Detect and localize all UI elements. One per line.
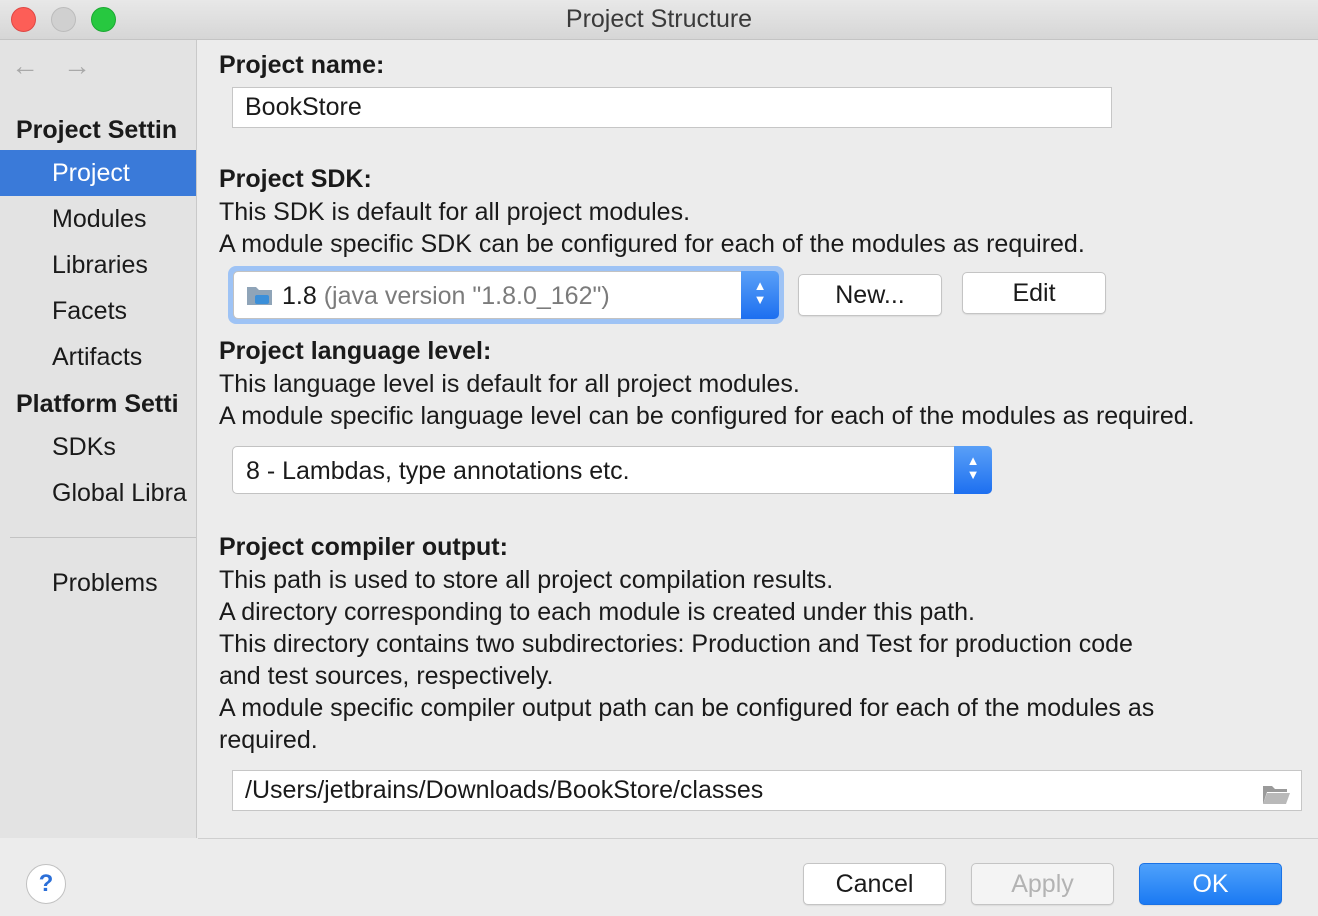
output-description-line-2: A directory corresponding to each module…	[219, 598, 975, 626]
language-level-value: 8 - Lambdas, type annotations etc.	[246, 457, 630, 485]
help-button[interactable]: ?	[26, 864, 66, 904]
language-description-line-2: A module specific language level can be …	[219, 402, 1195, 430]
project-name-input[interactable]: BookStore	[232, 87, 1112, 128]
language-level-label: Project language level:	[219, 337, 492, 365]
sdk-combo-arrows-icon: ▲ ▼	[741, 271, 779, 319]
settings-panel: Project name: BookStore Project SDK: Thi…	[198, 40, 1318, 838]
ok-button[interactable]: OK	[1139, 863, 1282, 905]
browse-folder-icon[interactable]	[1261, 779, 1291, 804]
project-structure-window: Project Structure ← → Project Settin Pro…	[0, 0, 1318, 916]
sdk-description-line-2: A module specific SDK can be configured …	[219, 230, 1085, 258]
back-arrow-icon[interactable]: ←	[11, 52, 39, 80]
sidebar-item-libraries[interactable]: Libraries	[0, 242, 196, 288]
language-description-line-1: This language level is default for all p…	[219, 370, 800, 398]
sidebar-item-sdks[interactable]: SDKs	[0, 424, 196, 470]
sdk-new-button[interactable]: New...	[798, 274, 942, 316]
window-title: Project Structure	[565, 5, 753, 33]
output-description-line-5: A module specific compiler output path c…	[219, 694, 1155, 722]
compiler-output-path-value: /Users/jetbrains/Downloads/BookStore/cla…	[245, 776, 764, 804]
project-settings-header: Project Settin	[16, 116, 178, 144]
compiler-output-path-input[interactable]: /Users/jetbrains/Downloads/BookStore/cla…	[232, 770, 1302, 811]
language-combo-arrows-icon: ▲ ▼	[954, 446, 992, 494]
compiler-output-label: Project compiler output:	[219, 533, 508, 561]
sidebar-item-global-libraries[interactable]: Global Libra	[0, 470, 196, 516]
sidebar-item-problems[interactable]: Problems	[0, 560, 196, 606]
sdk-folder-icon	[246, 283, 274, 307]
sdk-edit-button[interactable]: Edit	[962, 272, 1106, 314]
sidebar-item-project[interactable]: Project	[0, 150, 196, 196]
title-bar: Project Structure	[0, 0, 1318, 40]
sdk-description-line-1: This SDK is default for all project modu…	[219, 198, 691, 226]
forward-arrow-icon[interactable]: →	[63, 52, 91, 80]
sidebar-item-artifacts[interactable]: Artifacts	[0, 334, 196, 380]
output-description-line-3: This directory contains two subdirectori…	[219, 630, 1133, 658]
sdk-combo-box[interactable]: 1.8 (java version "1.8.0_162") ▲ ▼	[233, 271, 779, 319]
sdk-version: 1.8	[282, 282, 317, 310]
sdk-version-detail: (java version "1.8.0_162")	[323, 282, 610, 310]
project-name-label: Project name:	[219, 51, 385, 79]
platform-settings-header: Platform Setti	[16, 390, 179, 418]
sidebar-divider	[10, 537, 196, 538]
footer-divider	[198, 838, 1318, 839]
language-level-combo-box[interactable]: 8 - Lambdas, type annotations etc. ▲ ▼	[232, 446, 992, 494]
output-description-line-6: required.	[219, 726, 318, 754]
output-description-line-1: This path is used to store all project c…	[219, 566, 834, 594]
project-sdk-label: Project SDK:	[219, 165, 372, 193]
sidebar-item-facets[interactable]: Facets	[0, 288, 196, 334]
cancel-button[interactable]: Cancel	[803, 863, 946, 905]
apply-button[interactable]: Apply	[971, 863, 1114, 905]
sidebar-item-modules[interactable]: Modules	[0, 196, 196, 242]
sidebar: ← → Project Settin Project Modules Libra…	[0, 40, 197, 838]
output-description-line-4: and test sources, respectively.	[219, 662, 554, 690]
